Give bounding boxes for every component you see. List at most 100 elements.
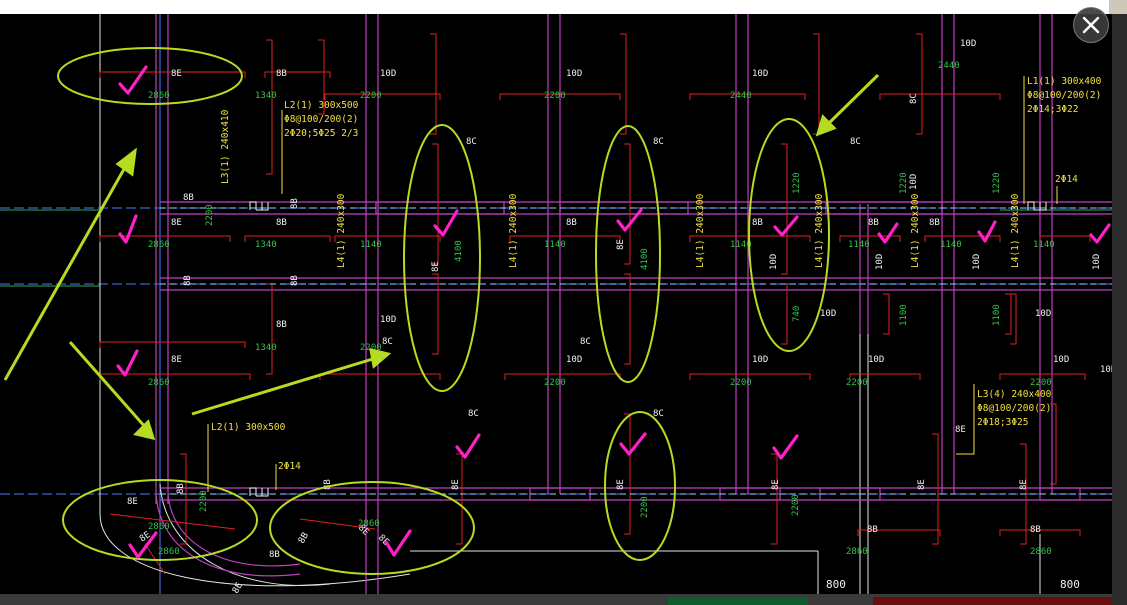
label-10D: 10D bbox=[1100, 365, 1112, 375]
label-8B: 8B bbox=[752, 218, 763, 228]
dim-label: 1220 bbox=[992, 172, 1002, 194]
label-8E: 8E bbox=[127, 497, 138, 507]
dim-label: 1340 bbox=[255, 240, 277, 250]
beam-L3-1-label: L3(1) 240x410 bbox=[220, 109, 231, 184]
bottom-bar bbox=[0, 594, 1112, 605]
label-10D: 10D bbox=[380, 315, 396, 325]
cad-drawing-viewer[interactable]: 8B 8B 8B 8B 8B 8B 8B 8B 8B 8B 8B 8B 8B 8… bbox=[0, 14, 1112, 594]
dim-label: 2200 bbox=[640, 496, 650, 518]
dim-label: 2440 bbox=[938, 61, 960, 71]
label-8E: 8E bbox=[955, 425, 966, 435]
vertical-scrollbar[interactable] bbox=[1112, 14, 1127, 605]
dim-label: 1140 bbox=[360, 240, 382, 250]
label-10D: 10D bbox=[875, 254, 885, 270]
label-10D: 10D bbox=[752, 69, 768, 79]
dim-label: 2860 bbox=[148, 522, 170, 532]
dim-label: 2200 bbox=[199, 490, 209, 512]
dim-label: 4100 bbox=[640, 248, 650, 270]
dim-label: 2860 bbox=[148, 240, 170, 250]
label-10D: 10D bbox=[960, 39, 976, 49]
dim-label: 1140 bbox=[544, 240, 566, 250]
dim-800-label: 800 bbox=[1060, 578, 1080, 591]
label-8B: 8B bbox=[323, 479, 333, 490]
dim-label: 2200 bbox=[360, 91, 382, 101]
label-10D: 10D bbox=[1053, 355, 1069, 365]
dim-label: 2860 bbox=[1030, 547, 1052, 557]
label-8B: 8B bbox=[269, 550, 280, 560]
label-8E: 8E bbox=[917, 479, 927, 490]
dim-label: 2860 bbox=[158, 547, 180, 557]
label-10D: 10D bbox=[820, 309, 836, 319]
beam-L2-1a-stirrup: Φ8@100/200(2) bbox=[284, 114, 358, 125]
label-10D: 10D bbox=[909, 174, 919, 190]
dim-label: 2200 bbox=[544, 91, 566, 101]
label-10D: 10D bbox=[566, 69, 582, 79]
label-8C: 8C bbox=[909, 93, 919, 104]
label-8B: 8B bbox=[1030, 525, 1041, 535]
dim-label: 4100 bbox=[454, 240, 464, 262]
dim-label: 2200 bbox=[730, 378, 752, 388]
beam-L4-1-label: L4(1) 240x300 bbox=[910, 193, 921, 268]
label-8C: 8C bbox=[850, 137, 861, 147]
dim-label: 1140 bbox=[940, 240, 962, 250]
dim-label: 2860 bbox=[358, 519, 380, 529]
label-8E: 8E bbox=[616, 479, 626, 490]
dim-label: 740 bbox=[792, 306, 802, 322]
dim-label: 2200 bbox=[791, 494, 801, 516]
beam-L3-4-label: L3(4) 240x400 bbox=[977, 389, 1052, 400]
beam-L1-1-stirrup: Φ8@100/200(2) bbox=[1027, 90, 1101, 101]
label-8E: 8E bbox=[171, 218, 182, 228]
label-8E: 8E bbox=[171, 69, 182, 79]
beam-L3-4-stirrup: Φ8@100/200(2) bbox=[977, 403, 1051, 414]
label-8C: 8C bbox=[580, 337, 591, 347]
label-10D: 10D bbox=[769, 254, 779, 270]
label-10D: 10D bbox=[752, 355, 768, 365]
label-8B: 8B bbox=[566, 218, 577, 228]
cad-drawing: 8B 8B 8B 8B 8B 8B 8B 8B 8B 8B 8B 8B 8B 8… bbox=[0, 14, 1112, 594]
label-8B: 8B bbox=[867, 525, 878, 535]
label-8B: 8B bbox=[176, 483, 186, 494]
label-8B: 8B bbox=[929, 218, 940, 228]
label-8B: 8B bbox=[276, 320, 287, 330]
label-8C: 8C bbox=[382, 337, 393, 347]
label-10D: 10D bbox=[972, 254, 982, 270]
bottom-red-segment bbox=[873, 597, 1112, 605]
dim-label: 2200 bbox=[205, 204, 215, 226]
beam-L2-1a-label: L2(1) 300x500 bbox=[284, 100, 359, 111]
dim-label: 2860 bbox=[846, 547, 868, 557]
beam-L1-1-rebar: 2Φ14;3Φ22 bbox=[1027, 104, 1078, 115]
dim-label: 1100 bbox=[992, 304, 1002, 326]
label-8B: 8B bbox=[290, 198, 300, 209]
rebar-2phi14-label: 2Φ14 bbox=[1055, 174, 1078, 185]
dim-label: 2860 bbox=[148, 91, 170, 101]
dim-label: 1340 bbox=[255, 343, 277, 353]
label-8E: 8E bbox=[616, 239, 626, 250]
beam-L4-1-label: L4(1) 240x300 bbox=[336, 193, 347, 268]
dim-label: 1220 bbox=[899, 172, 909, 194]
title-bar-edge bbox=[1109, 0, 1127, 14]
label-8E: 8E bbox=[171, 355, 182, 365]
label-8E: 8E bbox=[451, 479, 461, 490]
drawing-background bbox=[0, 14, 1112, 594]
label-8B: 8B bbox=[183, 193, 194, 203]
dim-label: 2200 bbox=[1030, 378, 1052, 388]
label-8E: 8E bbox=[771, 479, 781, 490]
label-8B: 8B bbox=[868, 218, 879, 228]
rebar-2phi14-label: 2Φ14 bbox=[278, 461, 301, 472]
label-10D: 10D bbox=[1035, 309, 1051, 319]
beam-L2-1b-label: L2(1) 300x500 bbox=[211, 422, 286, 433]
beam-L1-1-label: L1(1) 300x400 bbox=[1027, 76, 1102, 87]
label-8B: 8B bbox=[183, 275, 193, 286]
beam-L4-1-label: L4(1) 240x300 bbox=[814, 193, 825, 268]
label-10D: 10D bbox=[566, 355, 582, 365]
dim-800-label: 800 bbox=[826, 578, 846, 591]
label-8E: 8E bbox=[431, 261, 441, 272]
beam-L4-1-label: L4(1) 240x300 bbox=[1010, 193, 1021, 268]
dim-label: 1140 bbox=[848, 240, 870, 250]
dim-label: 1340 bbox=[255, 91, 277, 101]
close-icon bbox=[1082, 16, 1100, 34]
close-button[interactable] bbox=[1073, 7, 1109, 43]
label-8B: 8B bbox=[276, 69, 287, 79]
label-8E: 8E bbox=[1019, 479, 1029, 490]
beam-L4-1-label: L4(1) 240x300 bbox=[508, 193, 519, 268]
